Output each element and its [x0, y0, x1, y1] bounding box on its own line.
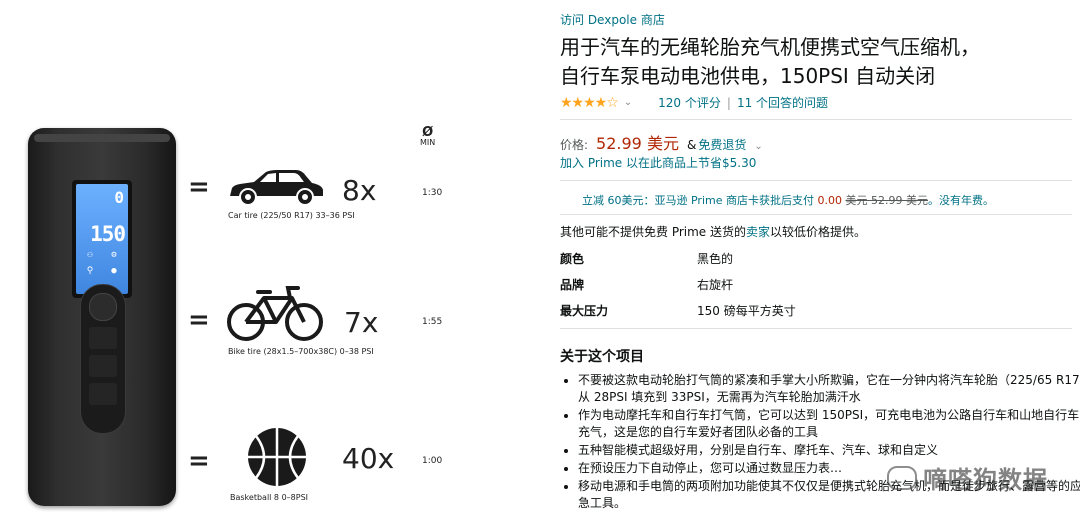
ball-mode-icon: ●	[111, 266, 117, 276]
car-multiplier: 8x	[342, 174, 377, 207]
amp: &	[686, 138, 697, 152]
promo-price: 0.00	[817, 194, 843, 207]
other-sellers-note: 其他可能不提供免费 Prime 送货的卖家以较低价格提供。	[560, 223, 866, 240]
promo-suffix: 。没有年费。	[927, 194, 994, 207]
bike-time: 1:55	[422, 317, 443, 327]
prime-savings-link[interactable]: 加入 Prime 以在此商品上节省$5.30	[560, 154, 756, 171]
basketball-icon	[246, 426, 308, 488]
chevron-down-icon[interactable]: ⌄	[624, 97, 632, 108]
other-opts-prefix: 其他可能不提供免费 Prime 送货的	[560, 225, 746, 239]
lcd-display: 0 150 ⚇ ⚙ ⚲ ●	[76, 184, 128, 294]
car-caption: Car tire (225/50 R17) 33–36 PSI	[228, 211, 355, 220]
plus-button	[89, 327, 117, 349]
min-label: MIN	[420, 138, 436, 147]
price-value: 52.99 美元	[596, 134, 679, 153]
promo-prefix: 立减 60美元：亚马逊 Prime 商店卡获批后支付	[582, 194, 814, 207]
inflator-device-image: 0 150 ⚇ ⚙ ⚲ ●	[28, 128, 176, 506]
other-opts-suffix: 以较低价格提供。	[770, 225, 867, 239]
price-label: 价格:	[560, 138, 589, 152]
divider	[560, 328, 1072, 329]
bike-multiplier: 7x	[344, 306, 379, 339]
product-details: 访问 Dexpole 商店 用于汽车的无绳轮胎充气机便携式空气压缩机， 自行车泵…	[560, 0, 1080, 529]
watermark-text: 嘀嗒狗数据	[923, 466, 1048, 494]
device-control-panel	[80, 284, 126, 434]
product-title-line1: 用于汽车的无绳轮胎充气机便携式空气压缩机，	[560, 35, 980, 59]
spec-value: 黑色的	[697, 252, 734, 266]
rating-row: ★★★★☆ ⌄ 120 个评分 | 11 个回答的问题	[560, 94, 828, 111]
chevron-down-icon[interactable]: ⌄	[754, 141, 762, 152]
spec-row: 最大压力 150 磅每平方英寸	[560, 302, 796, 319]
motorbike-icon: ⚙	[111, 250, 117, 260]
equals-sign: =	[188, 172, 210, 202]
store-link[interactable]: 访问 Dexpole 商店	[560, 11, 665, 28]
bicycle-icon	[226, 284, 324, 342]
sellers-link[interactable]: 卖家	[746, 225, 770, 239]
power-button	[89, 293, 117, 321]
car-time: 1:30	[422, 188, 443, 198]
divider	[560, 119, 1072, 120]
product-image[interactable]: 0 150 ⚇ ⚙ ⚲ ● Ø MIN = 8x Car tire (225/5…	[0, 0, 550, 529]
car-icon	[226, 168, 326, 208]
list-item: 作为电动摩托车和自行车打气筒，它可以达到 150PSI，可充电电池为公路自行车和…	[578, 407, 1080, 441]
lcd-mode-icons: ⚇ ⚙ ⚲ ●	[79, 250, 125, 282]
promo-strike-price: 美元 52.99 美元	[845, 194, 928, 207]
ball-time: 1:00	[422, 456, 443, 466]
time-column-header: Ø MIN	[420, 125, 436, 148]
equals-sign: =	[188, 446, 210, 476]
list-item: 五种智能模式超级好用，分别是自行车、摩托车、汽车、球和自定义	[578, 442, 1080, 459]
separator: |	[726, 95, 731, 110]
spec-row: 品牌 右旋杆	[560, 276, 733, 293]
price-row: 价格: 52.99 美元 & 免费退货 ⌄	[560, 130, 763, 154]
divider	[560, 214, 1072, 215]
minus-button	[89, 355, 117, 377]
watermark: 嘀嗒狗数据	[887, 460, 1048, 495]
spec-value: 150 磅每平方英寸	[697, 304, 796, 318]
equals-sign: =	[188, 305, 210, 335]
about-heading: 关于这个项目	[560, 349, 644, 365]
ratings-count-link[interactable]: 120 个评分	[658, 94, 721, 111]
free-returns-link[interactable]: 免费退货	[698, 136, 746, 153]
list-item: 不要被这款电动轮胎打气筒的紧凑和手掌大小所欺骗，它在一分钟内将汽车轮胎（225/…	[578, 372, 1080, 406]
spec-key: 颜色	[560, 252, 585, 266]
spec-key: 品牌	[560, 278, 585, 292]
answered-questions-link[interactable]: 11 个回答的问题	[737, 94, 828, 111]
wechat-icon	[887, 465, 917, 490]
bike-caption: Bike tire (28x1.5–700x38C) 0–38 PSI	[228, 347, 374, 356]
device-cap	[34, 134, 170, 142]
product-title-line2: 自行车泵电动电池供电，150PSI 自动关闭	[560, 64, 936, 88]
spec-row: 颜色 黑色的	[560, 250, 733, 267]
star-rating-icon[interactable]: ★★★★☆	[560, 95, 619, 111]
bike-mode-icon: ⚲	[86, 266, 94, 276]
spec-key: 最大压力	[560, 304, 609, 318]
ball-multiplier: 40x	[342, 442, 395, 475]
spec-value: 右旋杆	[697, 278, 734, 292]
ball-caption: Basketball 8 0–8PSI	[230, 493, 309, 502]
divider	[560, 180, 1072, 181]
lcd-screen: 0 150 ⚇ ⚙ ⚲ ●	[72, 180, 132, 298]
person-icon: ⚇	[87, 250, 93, 260]
product-title: 用于汽车的无绳轮胎充气机便携式空气压缩机， 自行车泵电动电池供电，150PSI …	[560, 33, 1060, 91]
promo-banner[interactable]: 立减 60美元：亚马逊 Prime 商店卡获批后支付 0.00 美元 52.99…	[582, 192, 994, 208]
lcd-top-value: 0	[114, 188, 124, 207]
mode-button	[89, 383, 117, 405]
diameter-symbol: Ø	[422, 125, 434, 140]
lcd-main-value: 150	[90, 222, 126, 246]
